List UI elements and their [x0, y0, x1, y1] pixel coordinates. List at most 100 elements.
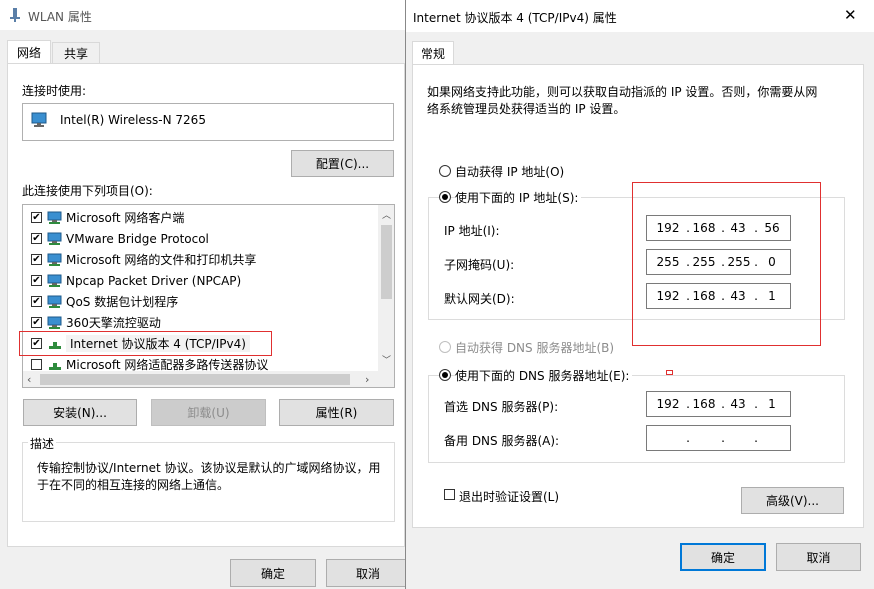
ip-dot: .: [754, 397, 758, 411]
ip-dot: .: [721, 431, 725, 445]
item-label: Npcap Packet Driver (NPCAP): [66, 273, 242, 288]
manual-dns-label: 使用下面的 DNS 服务器地址(E):: [455, 367, 633, 384]
protocol-icon: [47, 358, 63, 372]
properties-button[interactable]: 属性(R): [279, 399, 394, 426]
scroll-down-icon[interactable]: ﹀: [382, 353, 391, 366]
ipv4-properties-dialog: Internet 协议版本 4 (TCP/IPv4) 属性 ✕ 常规 如果网络支…: [405, 0, 874, 589]
list-item[interactable]: ✔ Microsoft 网络客户端: [23, 207, 373, 228]
list-item[interactable]: ✔ 360天擎流控驱动: [23, 312, 373, 333]
gateway-label: 默认网关(D):: [444, 292, 515, 306]
close-icon[interactable]: ✕: [844, 6, 857, 24]
item-label: Microsoft 网络适配器多路传送器协议: [66, 358, 269, 371]
horizontal-scroll-thumb[interactable]: [40, 374, 350, 385]
auto-dns-radio[interactable]: [439, 341, 451, 353]
item-label: QoS 数据包计划程序: [66, 295, 179, 309]
description-text-line-1: 传输控制协议/Internet 协议。该协议是默认的广域网络协议，用: [37, 461, 381, 475]
configure-button[interactable]: 配置(C)...: [291, 150, 394, 177]
dns-octet-2: 168: [692, 397, 716, 411]
validate-label: 退出时验证设置(L): [459, 490, 560, 504]
list-item[interactable]: ✔ Npcap Packet Driver (NPCAP): [23, 270, 373, 291]
item-label: VMware Bridge Protocol: [66, 231, 209, 246]
validate-checkbox[interactable]: [444, 489, 455, 500]
list-item[interactable]: ✔ Microsoft 网络的文件和打印机共享: [23, 249, 373, 270]
item-checkbox[interactable]: ✔: [31, 275, 42, 286]
ip-dot: .: [686, 431, 690, 445]
list-item[interactable]: Microsoft 网络适配器多路传送器协议: [23, 354, 373, 371]
adapter-box: Intel(R) Wireless-N 7265: [22, 103, 394, 141]
manual-dns-radio[interactable]: [439, 369, 451, 381]
dns-octet-3: 43: [730, 397, 746, 411]
left-window-title: WLAN 属性: [28, 10, 92, 24]
intro-line-1: 如果网络支持此功能，则可以获取自动指派的 IP 设置。否则，你需要从网: [427, 85, 818, 99]
preferred-dns-label: 首选 DNS 服务器(P):: [444, 400, 559, 414]
vertical-scrollbar[interactable]: ︿ ﹀: [378, 205, 394, 371]
connect-using-label: 连接时使用:: [22, 84, 87, 98]
red-marker: [666, 370, 673, 375]
ip-dot: .: [754, 431, 758, 445]
alternate-dns-label: 备用 DNS 服务器(A):: [444, 434, 560, 448]
description-text-line-2: 于在不同的相互连接的网络上通信。: [37, 478, 230, 492]
wlan-properties-window: WLAN 属性 网络 共享 连接时使用: Intel(R) Wireless-N…: [0, 0, 412, 589]
tab-network-label: 网络: [16, 46, 41, 60]
subnet-mask-label: 子网掩码(U):: [444, 258, 515, 272]
auto-dns-label: 自动获得 DNS 服务器地址(B): [455, 341, 615, 355]
right-ok-button[interactable]: 确定: [680, 543, 766, 571]
ip-fields-highlight-box: [632, 182, 821, 346]
left-titlebar: WLAN 属性: [0, 0, 412, 30]
tab-general-label: 常规: [420, 47, 445, 61]
adapter-name: Intel(R) Wireless-N 7265: [60, 113, 206, 127]
tab-sharing[interactable]: 共享: [52, 42, 100, 64]
item-checkbox[interactable]: ✔: [31, 296, 42, 307]
network-component-icon: [47, 295, 63, 309]
ipv4-highlight-box: [19, 331, 272, 356]
items-label: 此连接使用下列项目(O):: [22, 184, 153, 198]
tab-network[interactable]: 网络: [7, 40, 51, 64]
ip-dot: .: [721, 397, 725, 411]
horizontal-scrollbar[interactable]: ‹ ›: [23, 371, 394, 387]
item-label: 360天擎流控驱动: [66, 316, 161, 330]
item-checkbox[interactable]: ✔: [31, 317, 42, 328]
network-component-icon: [47, 274, 63, 288]
left-ok-button[interactable]: 确定: [230, 559, 316, 587]
item-checkbox[interactable]: ✔: [31, 254, 42, 265]
item-checkbox[interactable]: [31, 359, 42, 370]
list-item[interactable]: ✔ VMware Bridge Protocol: [23, 228, 373, 249]
network-component-icon: [47, 316, 63, 330]
network-component-icon: [47, 232, 63, 246]
uninstall-button[interactable]: 卸载(U): [151, 399, 266, 426]
network-component-icon: [47, 211, 63, 225]
install-button[interactable]: 安装(N)...: [23, 399, 137, 426]
ip-dot: .: [686, 397, 690, 411]
description-label: 描述: [28, 435, 57, 452]
intro-line-2: 络系统管理员处获得适当的 IP 设置。: [427, 102, 626, 116]
alternate-dns-input[interactable]: . . .: [646, 425, 791, 451]
scroll-up-icon[interactable]: ︿: [382, 208, 391, 221]
adapter-icon: [31, 112, 49, 131]
item-checkbox[interactable]: ✔: [31, 212, 42, 223]
manual-ip-radio[interactable]: [439, 191, 451, 203]
list-item[interactable]: ✔ QoS 数据包计划程序: [23, 291, 373, 312]
scroll-right-icon[interactable]: ›: [365, 373, 369, 386]
manual-ip-label: 使用下面的 IP 地址(S):: [455, 189, 582, 206]
item-label: Microsoft 网络的文件和打印机共享: [66, 253, 257, 267]
right-cancel-button[interactable]: 取消: [776, 543, 861, 571]
tab-sharing-label: 共享: [63, 47, 88, 61]
item-label: Microsoft 网络客户端: [66, 211, 185, 225]
advanced-button[interactable]: 高级(V)...: [741, 487, 844, 514]
dns-octet-1: 192: [656, 397, 680, 411]
item-checkbox[interactable]: ✔: [31, 233, 42, 244]
scroll-left-icon[interactable]: ‹: [27, 373, 31, 386]
wlan-icon: [10, 8, 20, 22]
network-component-icon: [47, 253, 63, 267]
auto-ip-label: 自动获得 IP 地址(O): [455, 165, 565, 179]
vertical-scroll-thumb[interactable]: [381, 225, 392, 299]
components-list[interactable]: ✔ Microsoft 网络客户端 ✔ VMware Bridge Protocol ✔…: [22, 204, 395, 388]
ip-address-label: IP 地址(I):: [444, 224, 500, 238]
auto-ip-radio[interactable]: [439, 165, 451, 177]
dns-octet-4: 1: [768, 397, 776, 411]
left-cancel-button[interactable]: 取消: [326, 559, 410, 587]
right-titlebar: Internet 协议版本 4 (TCP/IPv4) 属性 ✕: [406, 0, 874, 32]
right-window-title: Internet 协议版本 4 (TCP/IPv4) 属性: [413, 11, 617, 25]
preferred-dns-input[interactable]: 192 . 168 . 43 . 1: [646, 391, 791, 417]
tab-general[interactable]: 常规: [412, 41, 454, 65]
